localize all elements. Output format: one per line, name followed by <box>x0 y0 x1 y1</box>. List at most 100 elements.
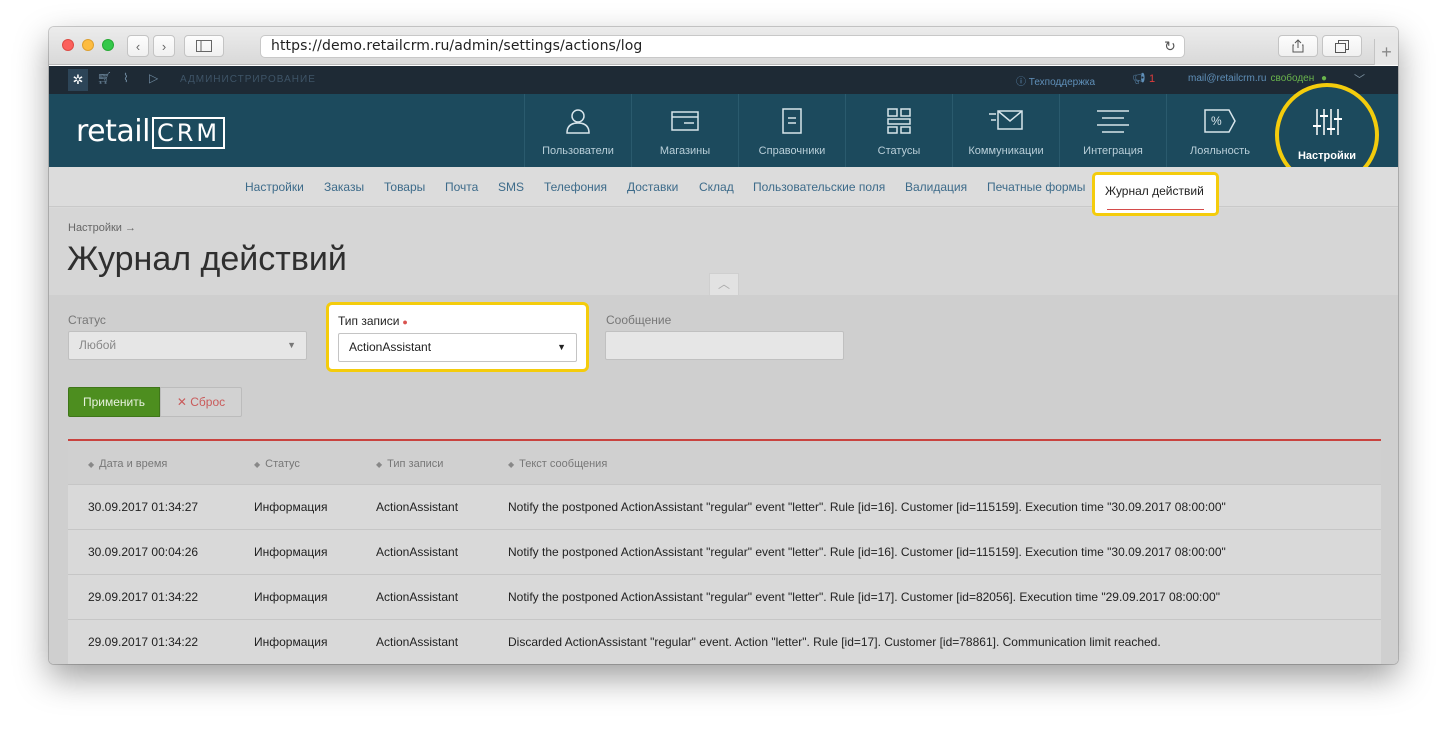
nav-item-references[interactable]: Справочники <box>738 94 845 167</box>
dropdown-arrow-icon: ▼ <box>287 340 296 350</box>
admin-section-label: АДМИНИСТРИРОВАНИЕ <box>180 74 316 85</box>
browser-window: ‹ › https://demo.retailcrm.ru/admin/sett… <box>49 27 1398 664</box>
browser-toolbar: ‹ › https://demo.retailcrm.ru/admin/sett… <box>49 27 1398 65</box>
nav-label: Справочники <box>758 145 826 157</box>
sidebar-toggle-button[interactable] <box>184 35 224 57</box>
percent-tag-icon: % <box>1204 109 1236 133</box>
subnav-item[interactable]: Печатные формы <box>987 180 1085 194</box>
cell-status: Информация <box>254 635 328 649</box>
reset-button[interactable]: ✕ Сброс <box>160 387 242 417</box>
logo-prefix: retail <box>76 114 150 149</box>
close-window-button[interactable] <box>62 39 74 51</box>
subnav-item[interactable]: SMS <box>498 180 524 194</box>
column-label: Тип записи <box>387 458 444 470</box>
cell-datetime: 29.09.2017 01:34:22 <box>88 590 199 604</box>
user-email: mail@retailcrm.ru <box>1188 73 1267 84</box>
gear-icon[interactable]: ✲ <box>68 69 88 91</box>
cell-status: Информация <box>254 500 328 514</box>
back-button[interactable]: ‹ <box>127 35 149 57</box>
nav-item-integration[interactable]: Интеграция <box>1059 94 1166 167</box>
table-header: ◆ Дата и время ◆ Статус ◆ Тип записи ◆ Текст… <box>68 441 1381 484</box>
nav-label-settings: Настройки <box>1297 150 1357 162</box>
collapse-filters-button[interactable]: ︿ <box>709 273 739 295</box>
cell-message: Notify the postponed ActionAssistant "re… <box>508 500 1226 514</box>
column-header-type[interactable]: ◆ Тип записи <box>376 458 443 470</box>
subnav-item[interactable]: Склад <box>699 180 734 194</box>
log-table: ◆ Дата и время ◆ Статус ◆ Тип записи ◆ Текст… <box>68 441 1381 664</box>
tabs-overview-button[interactable] <box>1322 35 1362 57</box>
user-status: свободен <box>1270 73 1315 84</box>
document-icon <box>782 108 802 134</box>
record-type-value: ActionAssistant <box>349 340 432 354</box>
table-row[interactable]: 30.09.2017 00:04:26 Информация ActionAss… <box>68 529 1381 574</box>
column-header-message[interactable]: ◆ Текст сообщения <box>508 458 607 470</box>
record-type-label-text: Тип записи <box>338 314 400 328</box>
nav-item-users[interactable]: Пользователи <box>524 94 631 167</box>
notifications-button[interactable]: 📢︎ 1 <box>1132 72 1155 85</box>
user-icon <box>566 109 590 134</box>
status-filter-label: Статус <box>68 313 106 327</box>
chevron-right-icon: › <box>161 38 167 54</box>
subnav-item-action-log[interactable]: Журнал действий <box>1092 172 1219 216</box>
analytics-icon[interactable]: ⌇ <box>123 71 129 85</box>
status-select[interactable]: Любой ▼ <box>68 331 307 360</box>
nav-item-statuses[interactable]: Статусы <box>845 94 952 167</box>
new-tab-button[interactable]: + <box>1374 39 1398 65</box>
apply-button[interactable]: Применить <box>68 387 160 417</box>
breadcrumb[interactable]: Настройки → <box>68 222 136 234</box>
status-select-value: Любой <box>79 338 117 352</box>
subnav-item[interactable]: Заказы <box>324 180 364 194</box>
chevron-up-icon: ︿ <box>717 277 730 291</box>
support-link[interactable]: ⓘ Техподдержка <box>1016 73 1095 88</box>
sort-icon: ◆ <box>508 460 515 469</box>
reset-label: Сброс <box>190 395 226 409</box>
table-row[interactable]: 29.09.2017 01:34:22 Информация ActionAss… <box>68 574 1381 619</box>
play-icon[interactable]: ▷ <box>149 71 158 85</box>
subnav-item[interactable]: Настройки <box>245 180 304 194</box>
subnav-item[interactable]: Валидация <box>905 180 967 194</box>
sort-icon: ◆ <box>88 460 95 469</box>
main-header: retail CRM Пользователи Магазины Справочн… <box>49 94 1398 167</box>
address-bar[interactable]: https://demo.retailcrm.ru/admin/settings… <box>260 35 1185 58</box>
cart-icon[interactable]: 🛒︎ <box>97 71 112 85</box>
sidebar-icon <box>196 40 212 52</box>
nav-item-communications[interactable]: Коммуникации <box>952 94 1059 167</box>
forward-button[interactable]: › <box>153 35 175 57</box>
record-type-select[interactable]: ActionAssistant ▼ <box>338 333 577 362</box>
cell-status: Информация <box>254 590 328 604</box>
cell-message: Discarded ActionAssistant "regular" even… <box>508 635 1161 649</box>
column-label: Текст сообщения <box>519 458 608 470</box>
subnav-item[interactable]: Почта <box>445 180 478 194</box>
table-row[interactable]: 30.09.2017 01:34:27 Информация ActionAss… <box>68 484 1381 529</box>
cell-datetime: 29.09.2017 01:34:22 <box>88 635 199 649</box>
nav-label: Лояльность <box>1190 145 1250 157</box>
svg-text:%: % <box>1211 114 1222 128</box>
cell-status: Информация <box>254 545 328 559</box>
message-input[interactable] <box>605 331 844 360</box>
subnav-item[interactable]: Пользовательские поля <box>753 180 885 194</box>
reload-icon[interactable]: ↻ <box>1164 37 1176 58</box>
subnav-item[interactable]: Телефония <box>544 180 607 194</box>
logo[interactable]: retail CRM <box>76 114 226 149</box>
minimize-window-button[interactable] <box>82 39 94 51</box>
subnav-item[interactable]: Доставки <box>627 180 678 194</box>
user-menu[interactable]: mail@retailcrm.ru свободен ● <box>1188 73 1327 84</box>
zoom-window-button[interactable] <box>102 39 114 51</box>
subnav-active-label: Журнал действий <box>1105 184 1204 198</box>
subnav-item[interactable]: Товары <box>384 180 425 194</box>
chevron-down-icon[interactable]: ﹀ <box>1354 71 1365 87</box>
nav-label: Статусы <box>877 145 921 157</box>
active-underline <box>1107 209 1204 210</box>
cell-datetime: 30.09.2017 00:04:26 <box>88 545 199 559</box>
nav-item-stores[interactable]: Магазины <box>631 94 738 167</box>
nav-item-loyalty[interactable]: % Лояльность <box>1166 94 1273 167</box>
share-icon <box>1292 39 1304 53</box>
column-label: Дата и время <box>99 458 168 470</box>
cell-datetime: 30.09.2017 01:34:27 <box>88 500 199 514</box>
sort-icon: ◆ <box>376 460 383 469</box>
megaphone-icon: 📢︎ <box>1132 73 1146 85</box>
column-header-datetime[interactable]: ◆ Дата и время <box>88 458 167 470</box>
table-row[interactable]: 29.09.2017 01:34:22 Информация ActionAss… <box>68 619 1381 664</box>
share-button[interactable] <box>1278 35 1318 57</box>
column-header-status[interactable]: ◆ Статус <box>254 458 300 470</box>
